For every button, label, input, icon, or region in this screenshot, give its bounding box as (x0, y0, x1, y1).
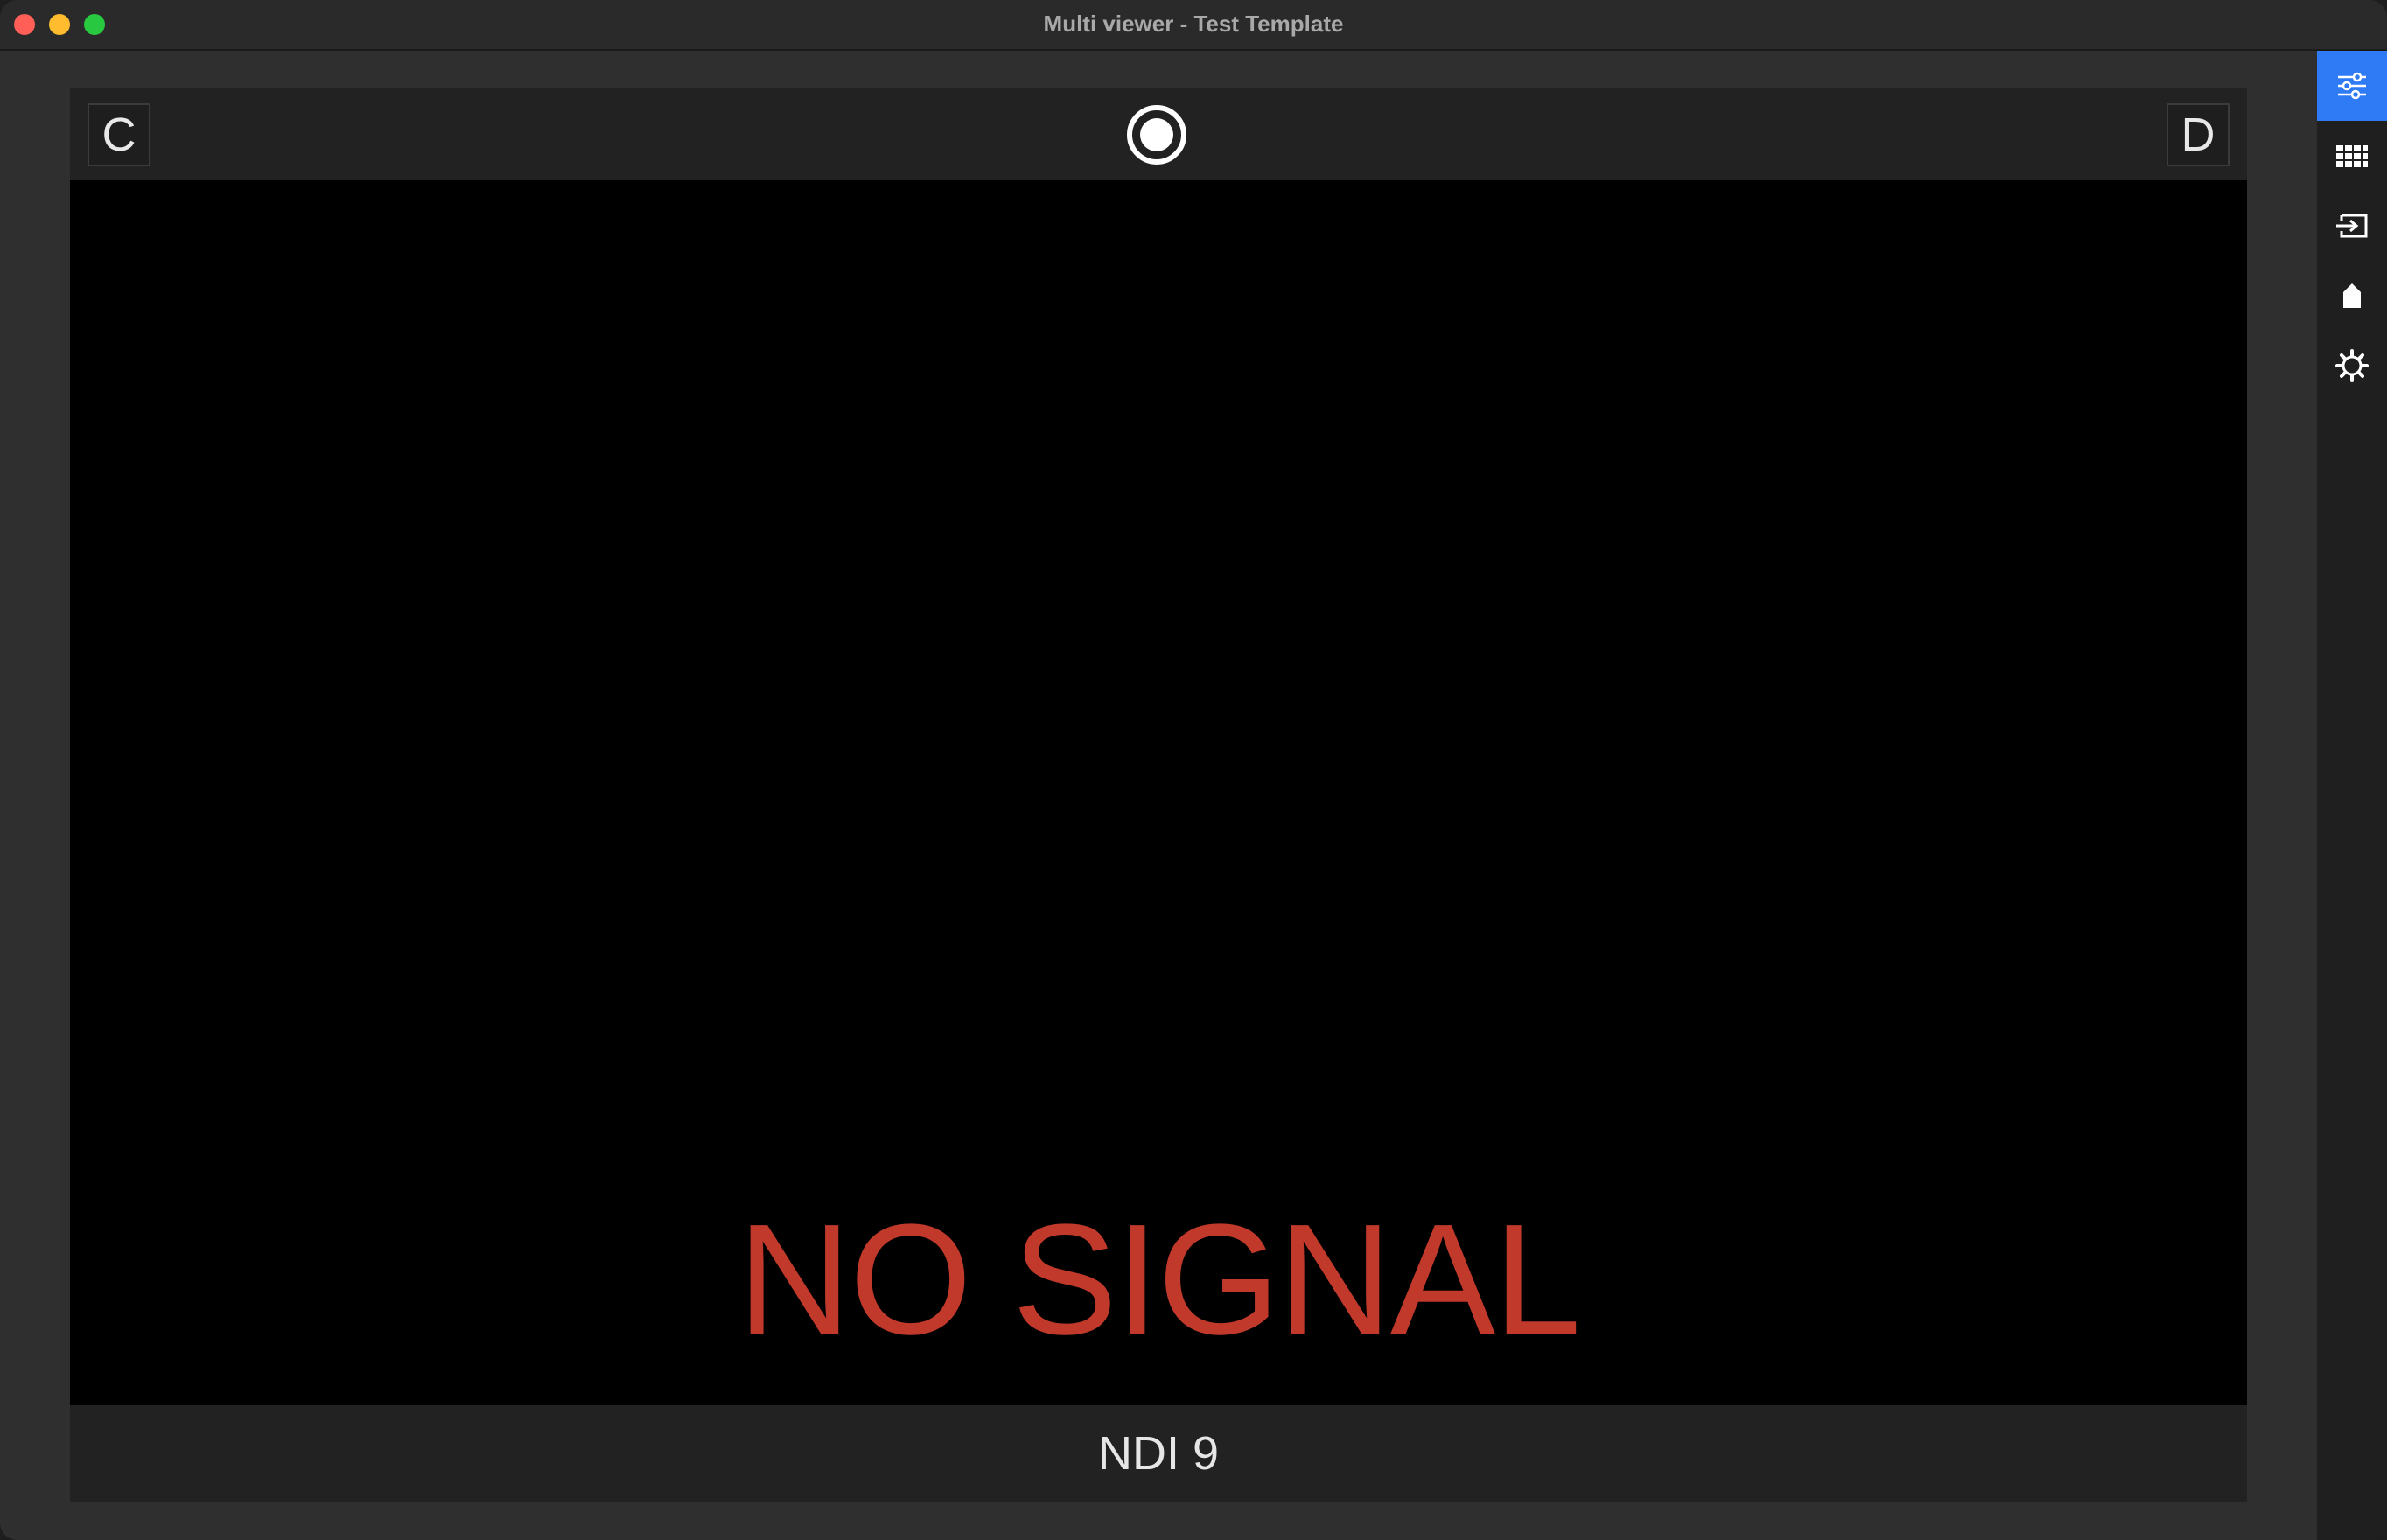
video-area[interactable]: NO SIGNAL (70, 180, 2247, 1405)
sidebar-item-grid[interactable] (2317, 121, 2387, 191)
sliders-icon (2338, 72, 2366, 100)
record-indicator-icon[interactable] (1125, 103, 1188, 166)
input-icon (2336, 214, 2368, 238)
window-title: Multi viewer - Test Template (1043, 10, 1344, 37)
sidebar-item-input[interactable] (2317, 191, 2387, 261)
grid-icon (2336, 145, 2368, 167)
sidebar-item-sliders[interactable] (2317, 51, 2387, 121)
tag-icon (2343, 284, 2361, 308)
gear-icon (2335, 349, 2369, 382)
sidebar-item-tag[interactable] (2317, 261, 2387, 331)
right-sidebar (2317, 51, 2387, 1540)
viewer-header: C D (70, 88, 2247, 180)
app-window: Multi viewer - Test Template C D NO SIGN… (0, 0, 2387, 1540)
viewer-panel[interactable]: C D NO SIGNAL NDI 9 (70, 88, 2247, 1502)
no-signal-text: NO SIGNAL (737, 1192, 1581, 1368)
sidebar-item-settings[interactable] (2317, 331, 2387, 401)
title-bar[interactable]: Multi viewer - Test Template (0, 0, 2387, 51)
corner-label-right[interactable]: D (2166, 103, 2230, 166)
main-content: C D NO SIGNAL NDI 9 (0, 51, 2317, 1540)
corner-label-left[interactable]: C (88, 103, 150, 166)
source-name-label: NDI 9 (70, 1405, 2247, 1502)
